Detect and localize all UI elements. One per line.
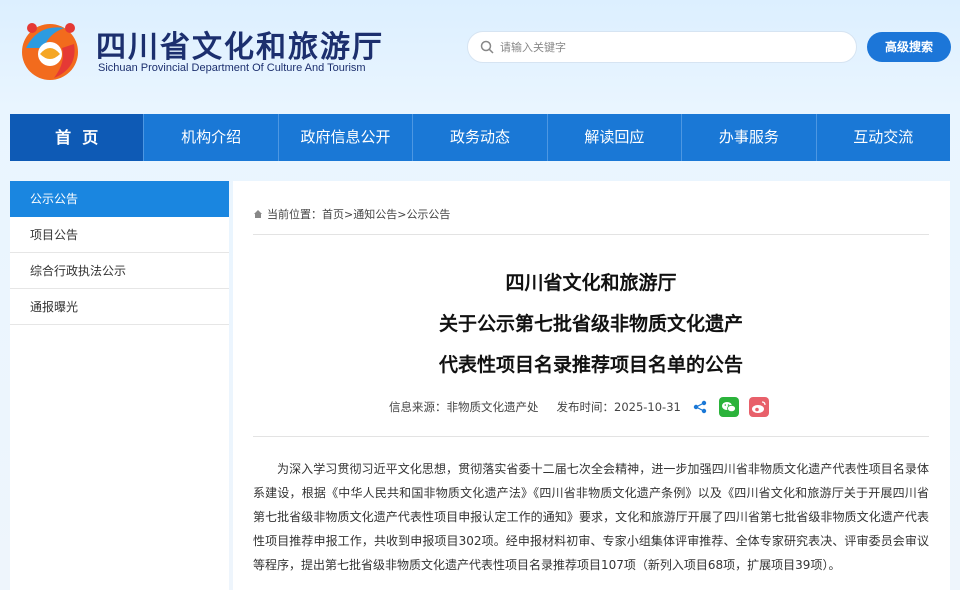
breadcrumb-separator: >	[344, 208, 354, 221]
sidebar: 公示公告 项目公告 综合行政执法公示 通报曝光	[10, 181, 229, 590]
home-icon	[254, 210, 262, 218]
site-logo[interactable]	[18, 18, 82, 82]
date-label: 发布时间：	[556, 400, 615, 414]
nav-item-news[interactable]: 政务动态	[413, 114, 548, 161]
site-subtitle: Sichuan Provincial Department Of Culture…	[98, 62, 366, 74]
nav-item-interpretation[interactable]: 解读回应	[548, 114, 683, 161]
advanced-search-button[interactable]: 高级搜索	[867, 32, 951, 62]
sidebar-item-enforcement[interactable]: 综合行政执法公示	[10, 253, 229, 289]
share-icon[interactable]	[693, 400, 707, 414]
article-title-line-3: 代表性项目名录推荐项目名单的公告	[438, 354, 743, 376]
nav-item-interaction[interactable]: 互动交流	[817, 114, 950, 161]
search-icon	[480, 40, 494, 54]
article-body: 为深入学习贯彻习近平文化思想，贯彻落实省委十二届七次全会精神，进一步加强四川省非…	[253, 462, 929, 572]
breadcrumb: 当前位置：首页>通知公告>公示公告	[253, 206, 450, 222]
nav-item-gov-info[interactable]: 政府信息公开	[279, 114, 414, 161]
source-value: 非物质文化遗产处	[446, 400, 539, 414]
divider	[253, 436, 929, 437]
sidebar-item-exposure[interactable]: 通报曝光	[10, 289, 229, 325]
sidebar-item-public-notices[interactable]: 公示公告	[10, 181, 229, 217]
sidebar-item-project-notices[interactable]: 项目公告	[10, 217, 229, 253]
nav-item-services[interactable]: 办事服务	[682, 114, 817, 161]
site-header: 四川省文化和旅游厅 Sichuan Provincial Department …	[0, 0, 960, 112]
weibo-icon[interactable]	[748, 397, 769, 417]
main-nav: 首 页 机构介绍 政府信息公开 政务动态 解读回应 办事服务 互动交流	[10, 114, 950, 161]
breadcrumb-home[interactable]: 首页	[322, 208, 344, 221]
search-input[interactable]	[500, 36, 840, 58]
divider	[253, 234, 929, 235]
date-value: 2025-10-31	[614, 400, 681, 414]
nav-item-home[interactable]: 首 页	[10, 114, 145, 161]
article-title-line-1: 四川省文化和旅游厅	[505, 272, 677, 294]
breadcrumb-notices[interactable]: 通知公告	[353, 208, 397, 221]
nav-item-about[interactable]: 机构介绍	[144, 114, 279, 161]
breadcrumb-prefix: 当前位置：	[267, 208, 322, 221]
site-title: 四川省文化和旅游厅	[96, 30, 384, 65]
main-content: 当前位置：首页>通知公告>公示公告 四川省文化和旅游厅 关于公示第七批省级非物质…	[233, 181, 950, 590]
wechat-icon[interactable]	[718, 397, 739, 417]
search-box	[467, 31, 857, 63]
article-title-line-2: 关于公示第七批省级非物质文化遗产	[438, 313, 743, 335]
breadcrumb-public-notices[interactable]: 公示公告	[406, 208, 450, 221]
article-meta: 信息来源： 非物质文化遗产处 发布时间： 2025-10-31	[389, 397, 769, 417]
source-label: 信息来源：	[389, 400, 447, 414]
